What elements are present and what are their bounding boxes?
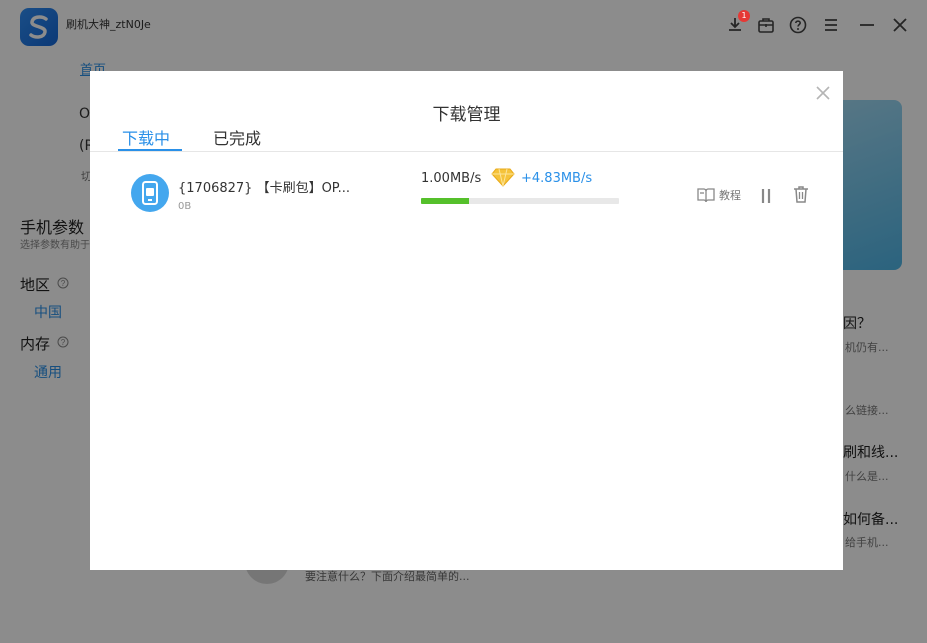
tutorial-label: 教程 <box>719 189 741 202</box>
download-count-badge: 1 <box>738 10 750 22</box>
tutorial-button[interactable]: 教程 <box>697 187 741 203</box>
delete-button[interactable] <box>791 184 811 204</box>
download-progress-bar <box>421 198 619 204</box>
pause-button[interactable] <box>756 187 776 205</box>
close-icon <box>816 86 830 100</box>
phone-package-icon <box>131 174 169 212</box>
download-progress-fill <box>421 198 469 204</box>
download-item: {1706827} 【卡刷包】OP... 0B 1.00MB/s +4.83MB… <box>90 167 843 219</box>
download-manager-dialog: 下载管理 下载中 已完成 {1706827} 【卡刷包】OP... 0B 1.0… <box>90 71 843 570</box>
dialog-close-button[interactable] <box>812 82 834 104</box>
pause-icon <box>761 189 771 203</box>
tab-completed[interactable]: 已完成 <box>213 125 261 149</box>
vip-diamond-icon[interactable] <box>491 166 515 188</box>
tab-divider <box>90 151 843 152</box>
tab-downloading[interactable]: 下载中 <box>122 125 170 149</box>
dialog-title: 下载管理 <box>432 105 501 125</box>
download-file-name: {1706827} 【卡刷包】OP... <box>178 181 351 196</box>
download-speed: 1.00MB/s <box>421 171 482 186</box>
download-file-size: 0B <box>178 201 192 212</box>
trash-icon <box>794 186 808 203</box>
book-icon <box>697 188 715 203</box>
boost-speed: +4.83MB/s <box>521 171 593 186</box>
